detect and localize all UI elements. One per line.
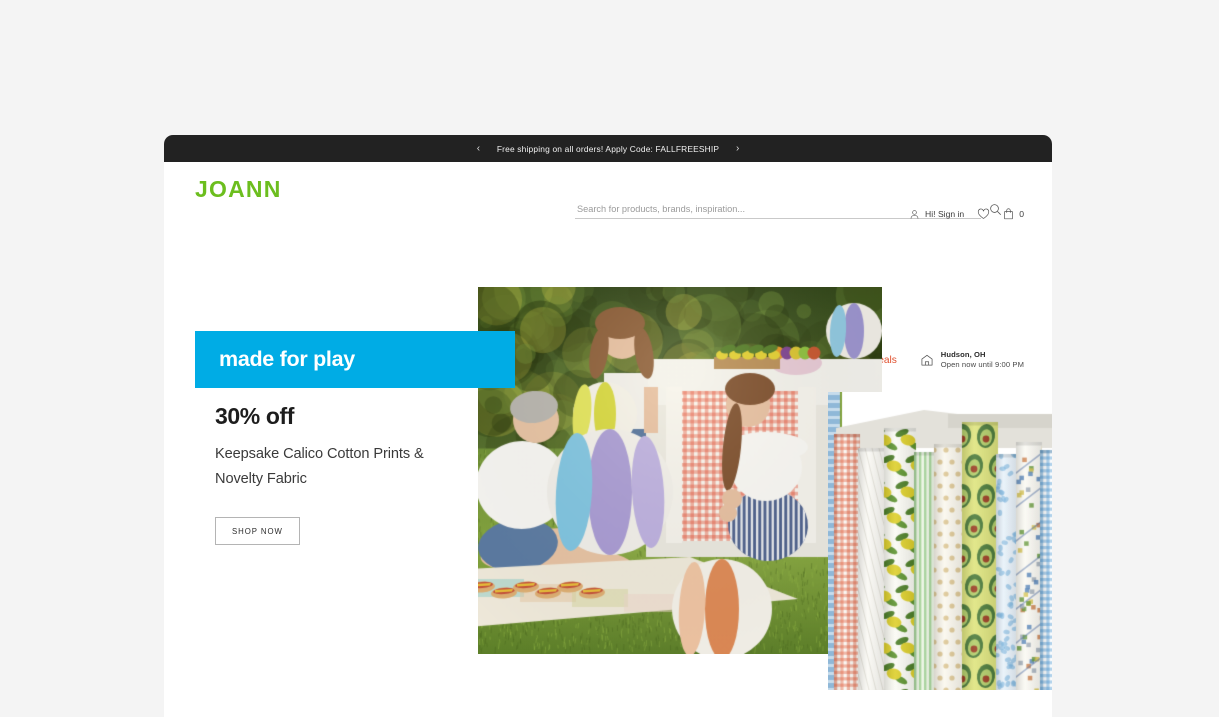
hero-description: Keepsake Calico Cotton Prints & Novelty … bbox=[215, 446, 424, 487]
browser-window: ‹ Free shipping on all orders! Apply Cod… bbox=[164, 135, 1052, 717]
hero-photo bbox=[478, 287, 882, 654]
fabric-bolts-photo bbox=[828, 392, 1052, 690]
hero-band: made for play bbox=[195, 331, 515, 388]
hero-deal-text: 30% off bbox=[215, 403, 294, 429]
hero-band-text: made for play bbox=[219, 347, 355, 371]
hero-copy: 30% off Keepsake Calico Cotton Prints & … bbox=[215, 405, 475, 545]
shop-now-button[interactable]: SHOP NOW bbox=[215, 516, 300, 545]
hero-banner: made for play 30% off Keepsake Calico Co… bbox=[164, 135, 1052, 717]
